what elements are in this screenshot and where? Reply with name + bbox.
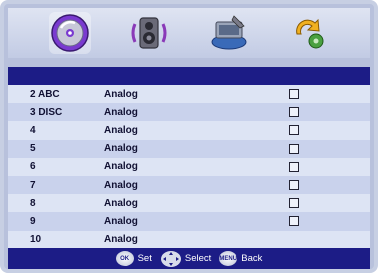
setup-icon[interactable] [208,12,250,54]
skip-checkbox[interactable] [289,125,299,136]
skip-checkbox[interactable] [289,107,299,118]
back-label: Back [241,253,263,264]
channel-type: Analog [104,106,138,118]
channel-row[interactable]: 3 DISC Analog [8,103,370,122]
channel-list: 2 ABC Analog 3 DISC Analog 4 Analog 5 An… [8,85,370,249]
channel-type: Analog [104,234,138,246]
channel-type: Analog [104,197,138,209]
channel-row[interactable]: 5 Analog [8,139,370,158]
refresh-icon[interactable] [287,12,329,54]
tv-menu-window: 2 ABC Analog 3 DISC Analog 4 Analog 5 An… [0,0,378,273]
header-bar [8,67,370,85]
footer-hint-bar: OK Set Select MENU Back [8,248,370,269]
channel-number: 7 [30,179,36,191]
channel-row[interactable]: 4 Analog [8,121,370,140]
disc-icon[interactable] [48,12,91,54]
menu-tab-bar [8,8,370,58]
skip-checkbox[interactable] [289,180,299,191]
channel-number: 3 DISC [30,106,63,118]
select-hint: Select [160,250,211,268]
channel-type: Analog [104,161,138,173]
ok-button-icon: OK [115,251,134,266]
select-label: Select [184,253,212,264]
channel-number: 5 [30,143,36,155]
channel-row[interactable]: 2 ABC Analog [8,85,370,104]
channel-row[interactable]: 8 Analog [8,194,370,213]
skip-checkbox[interactable] [289,161,299,172]
channel-row[interactable]: 6 Analog [8,157,370,176]
skip-checkbox[interactable] [289,198,299,209]
speaker-icon[interactable] [128,12,170,54]
channel-type: Analog [104,215,138,227]
channel-number: 6 [30,161,36,173]
channel-row[interactable]: 7 Analog [8,175,370,195]
skip-checkbox[interactable] [289,143,299,154]
channel-number: 4 [30,124,36,136]
channel-number: 2 ABC [30,88,60,100]
channel-row[interactable]: 10 Analog [8,230,370,249]
channel-number: 10 [30,234,42,246]
menu-button-icon: MENU [219,251,238,266]
channel-type: Analog [104,179,138,191]
channel-row[interactable]: 9 Analog [8,212,370,231]
channel-type: Analog [104,88,138,100]
skip-checkbox[interactable] [289,216,299,227]
dpad-icon [160,250,182,268]
skip-checkbox[interactable] [289,89,299,100]
channel-number: 9 [30,215,36,227]
set-hint: OK Set [115,251,152,266]
back-hint: MENU Back [219,251,262,266]
channel-number: 8 [30,197,36,209]
channel-type: Analog [104,143,138,155]
channel-type: Analog [104,124,138,136]
set-label: Set [137,253,152,264]
